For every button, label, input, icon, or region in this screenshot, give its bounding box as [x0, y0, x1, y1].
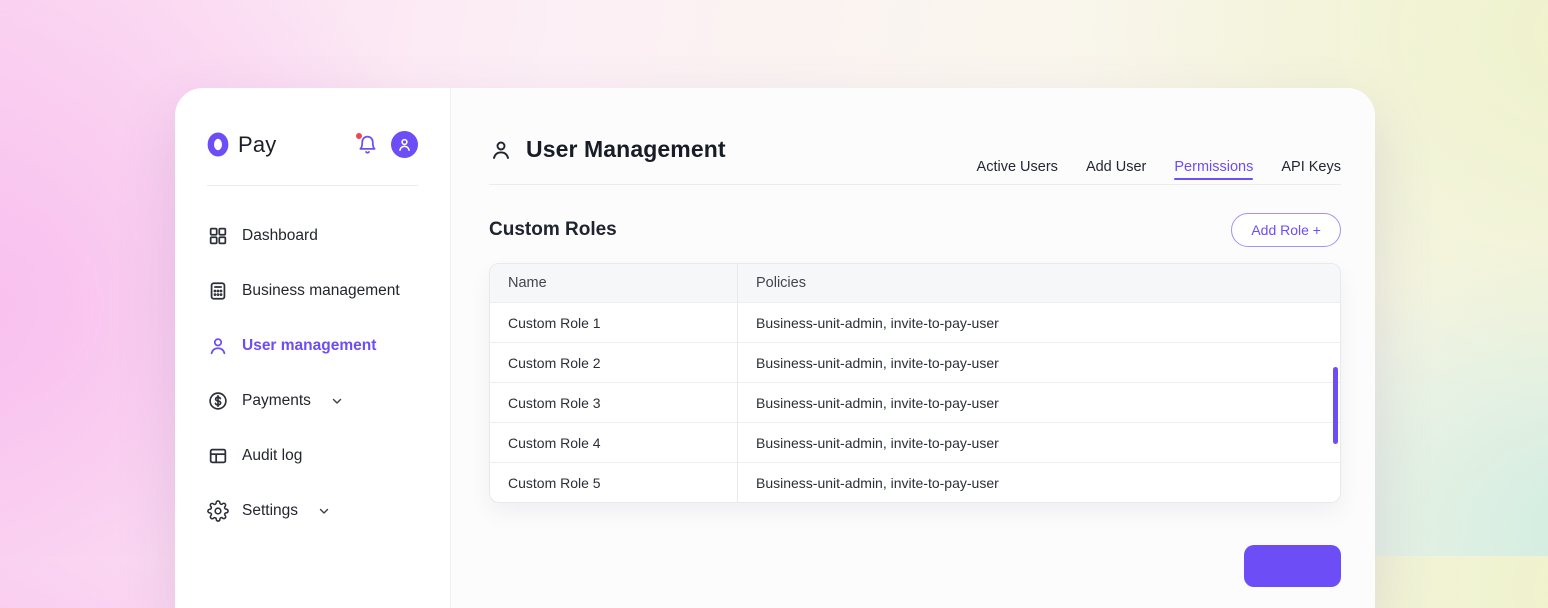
- role-policies-cell: Business-unit-admin, invite-to-pay-user: [738, 463, 1340, 502]
- sidebar-item-audit-log[interactable]: Audit log: [207, 428, 418, 483]
- person-icon: [207, 335, 229, 357]
- footer-primary-button[interactable]: [1244, 545, 1341, 587]
- brand-name: Pay: [238, 132, 277, 158]
- role-name-cell: Custom Role 5: [490, 463, 738, 502]
- sidebar-item-label: User management: [242, 337, 376, 355]
- table-row[interactable]: Custom Role 5 Business-unit-admin, invit…: [490, 462, 1340, 502]
- role-name-cell: Custom Role 2: [490, 343, 738, 382]
- role-policies-cell: Business-unit-admin, invite-to-pay-user: [738, 343, 1340, 382]
- sidebar-item-user-management[interactable]: User management: [207, 318, 418, 373]
- column-header-name: Name: [490, 264, 738, 302]
- table-row[interactable]: Custom Role 4 Business-unit-admin, invit…: [490, 422, 1340, 462]
- role-name-cell: Custom Role 3: [490, 383, 738, 422]
- table-row[interactable]: Custom Role 3 Business-unit-admin, invit…: [490, 382, 1340, 422]
- app-window: Pay: [175, 88, 1375, 608]
- sidebar-item-business-management[interactable]: Business management: [207, 263, 418, 318]
- sidebar: Pay: [175, 88, 451, 608]
- page-title-wrap: User Management: [489, 136, 726, 163]
- role-name-cell: Custom Role 1: [490, 303, 738, 342]
- notifications-bell-icon[interactable]: [357, 134, 378, 155]
- person-icon: [489, 138, 513, 162]
- sidebar-item-label: Business management: [242, 282, 400, 300]
- notification-dot: [355, 132, 363, 140]
- main-content: User Management Active Users Add User Pe…: [451, 88, 1375, 608]
- table-scrollbar[interactable]: [1333, 367, 1338, 444]
- calculator-icon: [207, 280, 229, 302]
- chevron-down-icon: [317, 504, 331, 518]
- tab-bar: Active Users Add User Permissions API Ke…: [977, 159, 1341, 184]
- sidebar-item-label: Dashboard: [242, 227, 318, 245]
- sidebar-item-label: Payments: [242, 392, 311, 410]
- gear-icon: [207, 500, 229, 522]
- sidebar-header: Pay: [207, 128, 418, 186]
- sidebar-header-actions: [357, 131, 418, 158]
- tab-active-users[interactable]: Active Users: [977, 159, 1058, 184]
- main-header: User Management Active Users Add User Pe…: [489, 88, 1341, 185]
- sidebar-item-dashboard[interactable]: Dashboard: [207, 208, 418, 263]
- dashboard-grid-icon: [207, 225, 229, 247]
- tab-add-user[interactable]: Add User: [1086, 159, 1146, 184]
- section-title: Custom Roles: [489, 219, 617, 241]
- sidebar-item-payments[interactable]: Payments: [207, 373, 418, 428]
- sidebar-item-label: Audit log: [242, 447, 302, 465]
- brand-logo-icon: [207, 131, 229, 158]
- add-role-button[interactable]: Add Role +: [1231, 213, 1341, 247]
- tab-permissions[interactable]: Permissions: [1174, 159, 1253, 184]
- sidebar-item-settings[interactable]: Settings: [207, 483, 418, 538]
- role-policies-cell: Business-unit-admin, invite-to-pay-user: [738, 423, 1340, 462]
- custom-roles-section-header: Custom Roles Add Role +: [489, 213, 1341, 247]
- table-row[interactable]: Custom Role 2 Business-unit-admin, invit…: [490, 342, 1340, 382]
- brand: Pay: [207, 131, 277, 158]
- table-row[interactable]: Custom Role 1 Business-unit-admin, invit…: [490, 302, 1340, 342]
- column-header-policies: Policies: [738, 264, 1340, 302]
- role-name-cell: Custom Role 4: [490, 423, 738, 462]
- table-header-row: Name Policies: [490, 264, 1340, 302]
- dollar-circle-icon: [207, 390, 229, 412]
- sidebar-item-label: Settings: [242, 502, 298, 520]
- sidebar-nav: Dashboard Business management: [207, 208, 418, 538]
- role-policies-cell: Business-unit-admin, invite-to-pay-user: [738, 303, 1340, 342]
- chevron-down-icon: [330, 394, 344, 408]
- footer-actions: [489, 545, 1341, 587]
- role-policies-cell: Business-unit-admin, invite-to-pay-user: [738, 383, 1340, 422]
- user-avatar[interactable]: [391, 131, 418, 158]
- tab-api-keys[interactable]: API Keys: [1281, 159, 1341, 184]
- table-icon: [207, 445, 229, 467]
- page-title: User Management: [526, 136, 726, 163]
- custom-roles-table: Name Policies Custom Role 1 Business-uni…: [489, 263, 1341, 503]
